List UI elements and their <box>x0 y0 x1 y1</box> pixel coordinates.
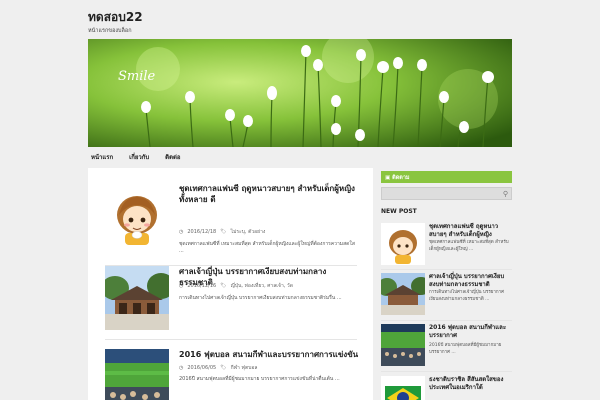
clock-icon: ◷ <box>179 229 184 235</box>
new-post-thumbnail-brazil-flag[interactable] <box>381 376 425 400</box>
clock-icon: ◷ <box>179 283 184 289</box>
nav-item-contact[interactable]: ติดต่อ <box>162 150 183 164</box>
post-divider <box>105 339 357 340</box>
rss-follow-bar[interactable]: ▣ ติดตาม <box>381 171 512 183</box>
post-excerpt: การเดินทางไปศาลเจ้าญี่ปุ่น บรรยากาศเงียบ… <box>179 295 342 301</box>
search-icon[interactable]: ⚲ <box>503 190 508 198</box>
post-tags[interactable]: ไม่ระบุ, ตัวอย่าง <box>231 228 266 236</box>
post-excerpt: ชุดเทศกาลแฟนซีที่ เหมาะสมที่สุด สำหรับเด… <box>179 241 355 254</box>
post-tags[interactable]: ญี่ปุ่น, ท่องเที่ยว, ศาลเจ้า, วัด <box>231 282 293 290</box>
global-nav: หน้าแรก เกี่ยวกับ ติดต่อ <box>88 150 183 164</box>
post-title[interactable]: 2016 ฟุตบอล สนามกีฬาและบรรยากาศการแข่งขั… <box>179 349 359 360</box>
post-meta: ◷ 2016/12/18 🏷 ไม่ระบุ, ตัวอย่าง <box>179 228 265 236</box>
site-description: หน้าแรกของบล็อก <box>88 28 132 34</box>
new-post-title[interactable]: ธงชาติบราซิล สีสันสดใสของประเทศในอเมริกา… <box>429 376 511 392</box>
post-meta: ◷ 2016/06/05 🏷 กีฬา ฟุตบอล <box>179 364 257 372</box>
rss-label: ติดตาม <box>392 175 410 181</box>
post-tags[interactable]: กีฬา ฟุตบอล <box>231 364 258 372</box>
post-thumbnail-shrine[interactable] <box>105 266 169 330</box>
post-meta: ◷ 2016/12/16 🏷 ญี่ปุ่น, ท่องเที่ยว, ศาลเ… <box>179 282 293 290</box>
new-post-heading: NEW POST <box>381 208 417 215</box>
search-box: ⚲ <box>381 187 512 208</box>
nav-item-about[interactable]: เกี่ยวกับ <box>126 150 152 164</box>
post-title[interactable]: ชุดเทศกาลแฟนซี ฤดูหนาวสบายๆ สำหรับเด็กผู… <box>179 183 359 205</box>
clock-icon: ◷ <box>179 365 184 371</box>
new-post-excerpt: ชุดเทศกาลแฟนซีที่ เหมาะสมที่สุด สำหรับเด… <box>429 240 509 252</box>
post-date: 2016/12/16 <box>187 283 217 289</box>
tag-icon: 🏷 <box>220 365 227 371</box>
post-date: 2016/12/18 <box>187 229 217 235</box>
post-date: 2016/06/05 <box>187 365 217 371</box>
header-logo: Smile <box>118 69 156 84</box>
flower-field-illustration <box>88 39 512 147</box>
post-excerpt: 2016ปี สนามฟุตบอลที่มีผู้ชมมากมาย บรรยาก… <box>179 376 340 382</box>
tag-icon: 🏷 <box>220 283 227 289</box>
new-post-thumbnail-girl[interactable] <box>381 223 425 265</box>
new-post-title[interactable]: ศาลเจ้าญี่ปุ่น บรรยากาศเงียบสงบท่ามกลางธ… <box>429 273 511 289</box>
search-input[interactable] <box>382 196 492 208</box>
new-post-divider <box>381 269 512 270</box>
post-thumbnail-girl[interactable] <box>105 183 169 247</box>
post-thumbnail-stadium[interactable] <box>105 349 169 400</box>
site-title[interactable]: ทดสอบ22 <box>88 8 143 27</box>
post-list: ชุดเทศกาลแฟนซี ฤดูหนาวสบายๆ สำหรับเด็กผู… <box>88 168 373 400</box>
header-image[interactable]: Smile <box>88 39 512 147</box>
new-post-title[interactable]: 2016 ฟุตบอล สนามกีฬาและบรรยากาศ <box>429 324 511 340</box>
new-post-divider <box>381 320 512 321</box>
new-post-divider <box>381 371 512 372</box>
new-post-thumbnail-stadium[interactable] <box>381 324 425 366</box>
new-post-thumbnail-shrine[interactable] <box>381 273 425 315</box>
nav-item-home[interactable]: หน้าแรก <box>88 150 116 164</box>
new-post-title[interactable]: ชุดเทศกาลแฟนซี ฤดูหนาวสบายๆ สำหรับเด็กผู… <box>429 223 511 239</box>
new-post-excerpt: 2016ปี สนามฟุตบอลที่มีผู้ชมมากมาย บรรยาก… <box>429 343 502 355</box>
new-post-excerpt: การเดินทางไปศาลเจ้าญี่ปุ่น บรรยากาศเงียบ… <box>429 290 505 302</box>
rss-icon: ▣ <box>385 175 391 181</box>
tag-icon: 🏷 <box>220 229 227 235</box>
